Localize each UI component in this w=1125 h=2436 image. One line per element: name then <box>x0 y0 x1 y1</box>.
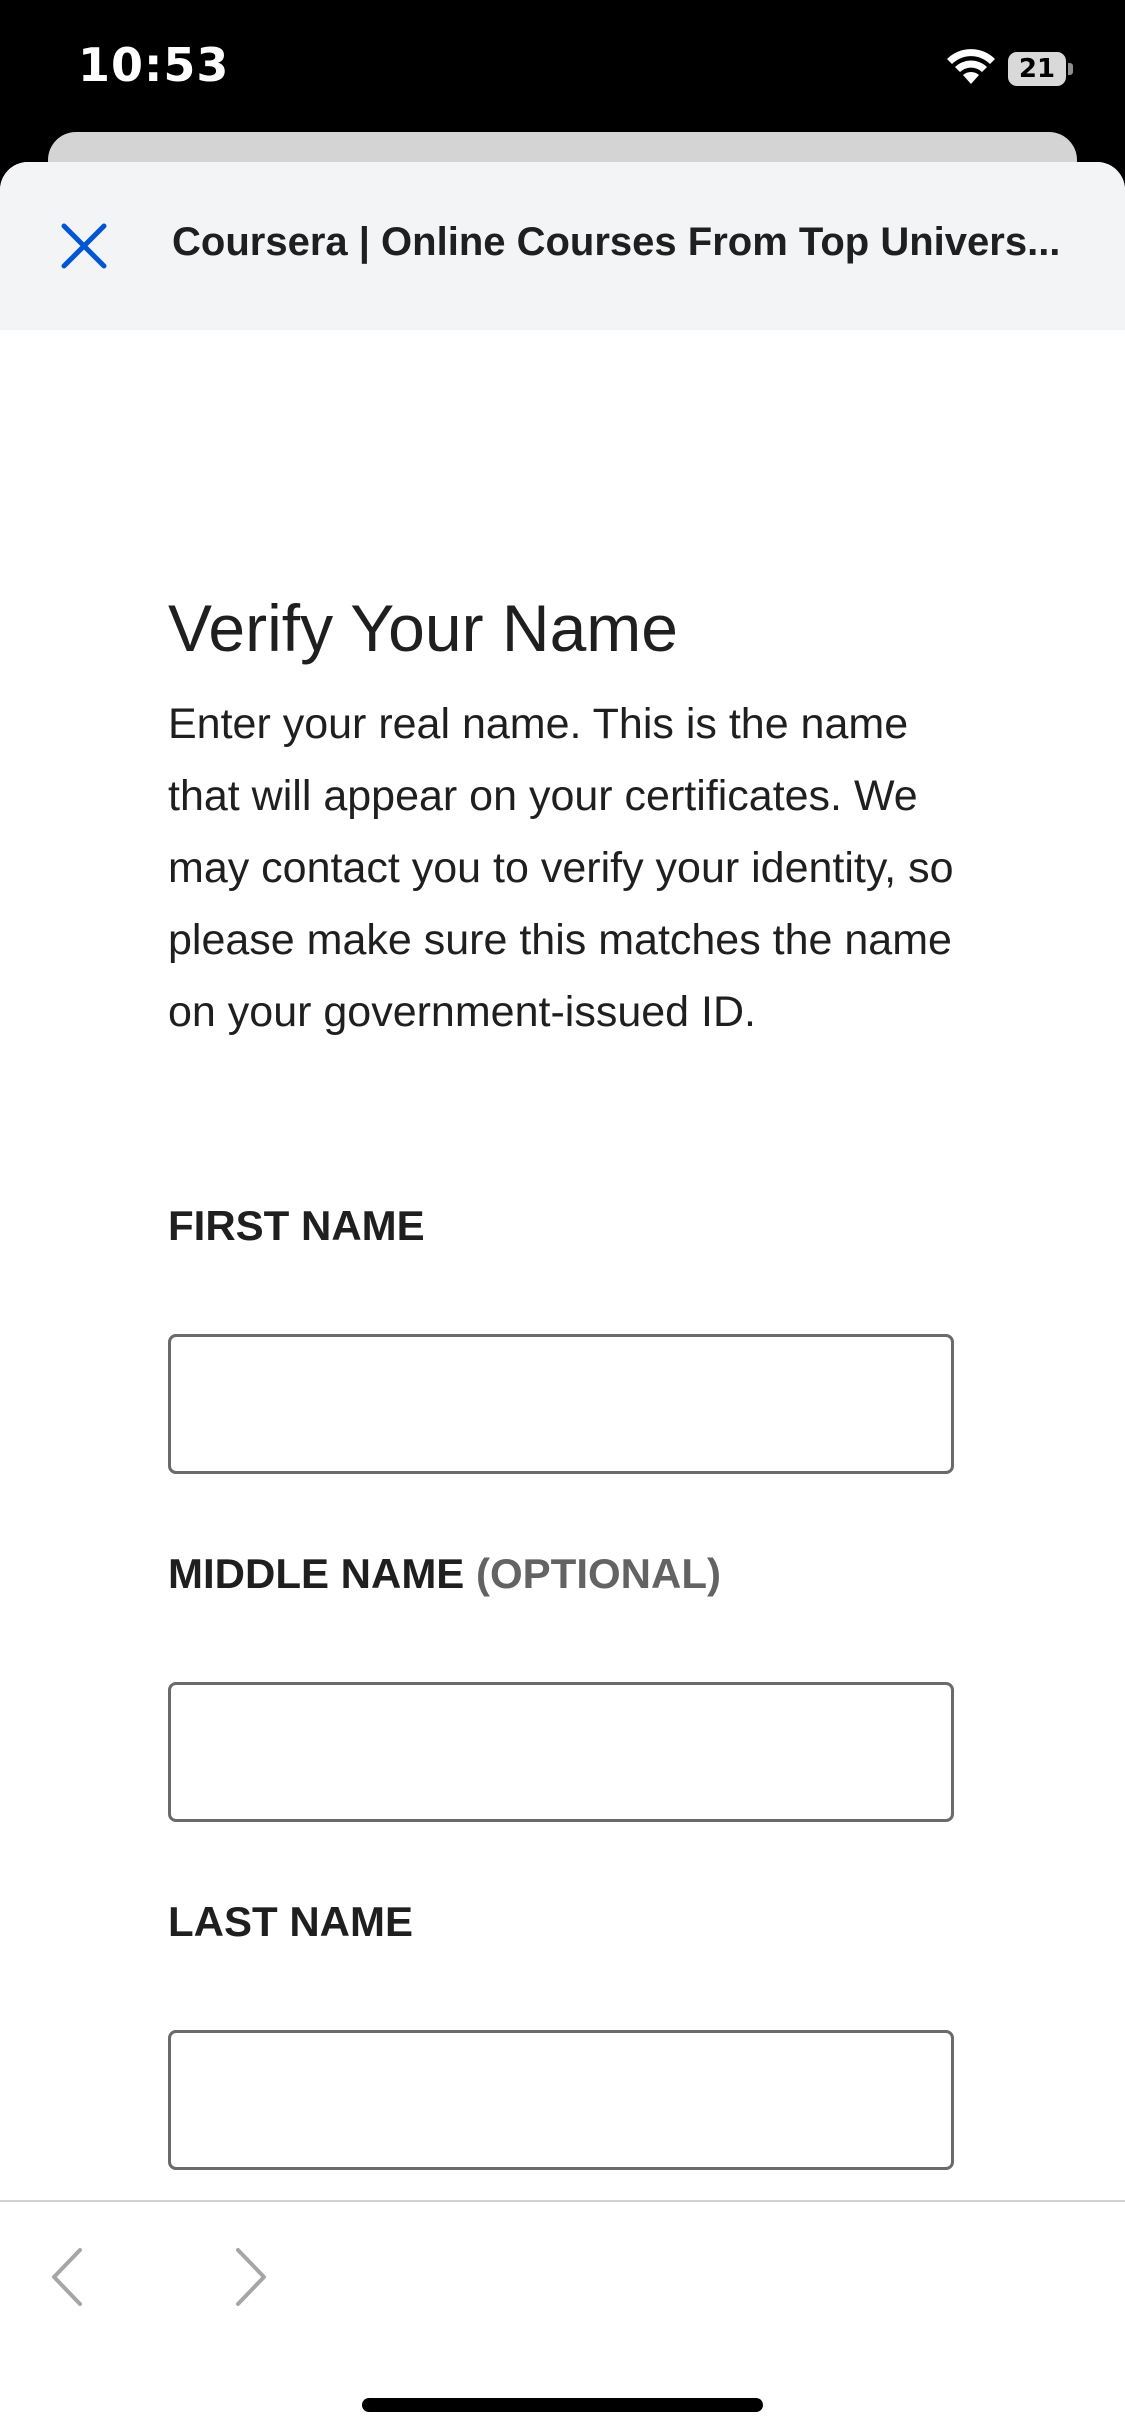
chevron-right-icon <box>218 2248 278 2316</box>
sheet-header: Coursera | Online Courses From Top Unive… <box>0 162 1125 330</box>
battery-level: 21 <box>1018 54 1056 84</box>
optional-tag: (OPTIONAL) <box>476 1550 721 1597</box>
close-button[interactable] <box>52 214 116 278</box>
wifi-icon <box>945 48 997 88</box>
battery-cap <box>1068 63 1073 75</box>
first-name-label: FIRST NAME <box>168 1202 425 1249</box>
forward-button[interactable] <box>218 2242 278 2312</box>
home-indicator[interactable] <box>362 2398 763 2412</box>
status-bar: 10:53 21 <box>0 0 1125 130</box>
chevron-left-icon <box>40 2248 100 2316</box>
middle-name-input[interactable] <box>168 1682 954 1822</box>
status-time: 10:53 <box>78 38 230 92</box>
battery-icon: 21 <box>1008 52 1074 86</box>
last-name-input[interactable] <box>168 2030 954 2170</box>
form-intro: Enter your real name. This is the name t… <box>168 700 954 1036</box>
browser-sheet: Coursera | Online Courses From Top Unive… <box>0 162 1125 2436</box>
page-title-bar: Coursera | Online Courses From Top Unive… <box>172 220 1061 264</box>
first-name-input[interactable] <box>168 1334 954 1474</box>
middle-name-label: MIDDLE NAME (OPTIONAL) <box>168 1550 721 1598</box>
last-name-label: LAST NAME <box>168 1898 413 1945</box>
middle-name-label-text: MIDDLE NAME <box>168 1550 465 1597</box>
form-title: Verify Your Name <box>168 591 678 665</box>
back-button[interactable] <box>40 2242 100 2312</box>
close-icon <box>52 223 116 282</box>
